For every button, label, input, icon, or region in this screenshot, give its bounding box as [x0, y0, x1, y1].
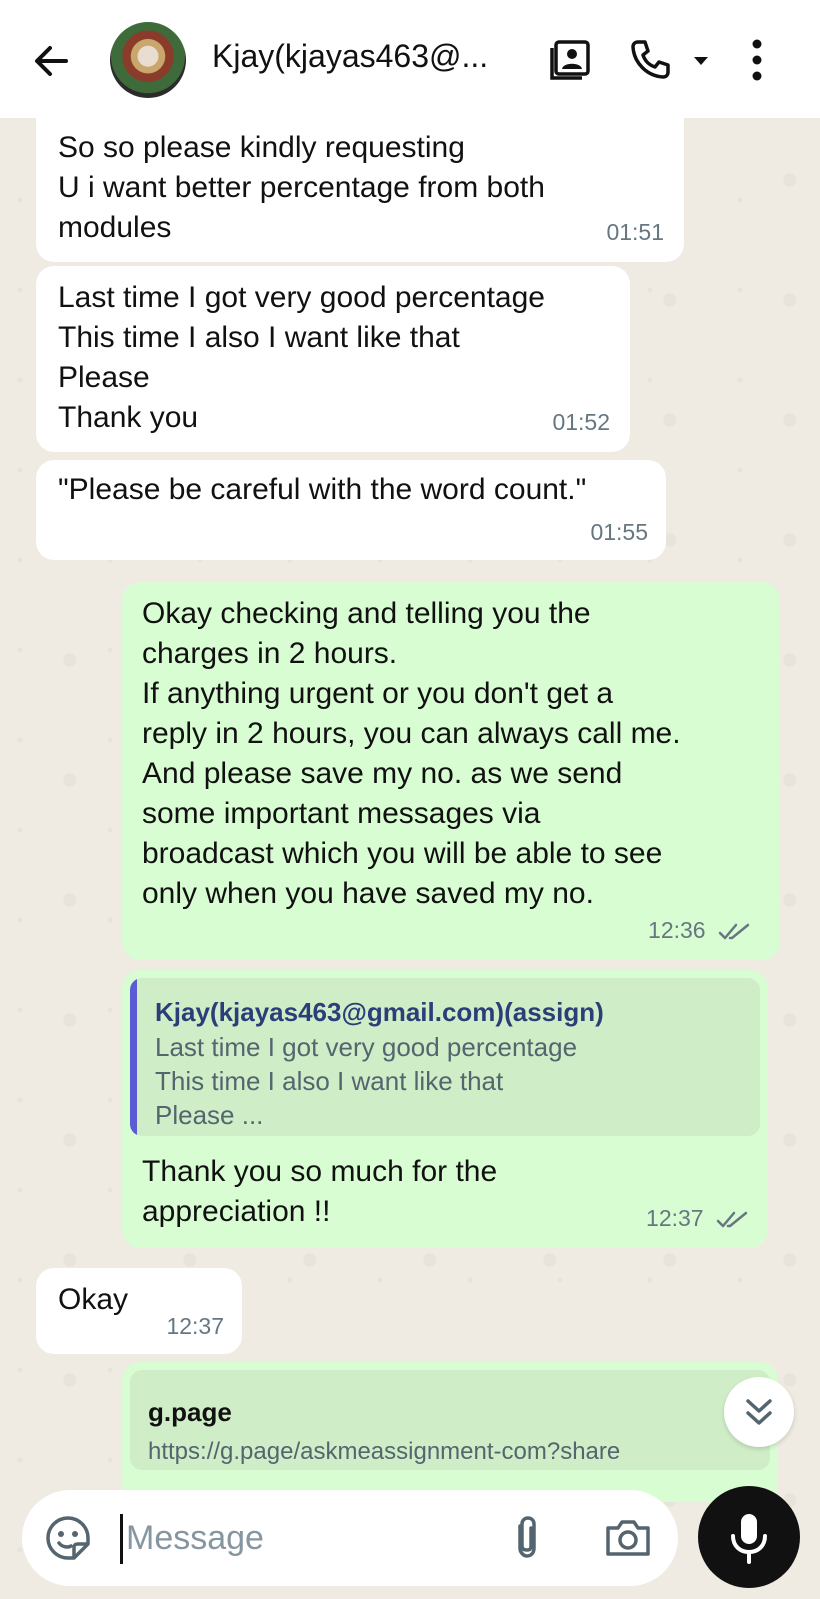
message-time: 12:37: [646, 1205, 704, 1231]
message-time: 12:36: [648, 917, 706, 943]
quote-bar: [130, 978, 137, 1136]
message-incoming[interactable]: So so please kindly requesting U i want …: [36, 96, 684, 262]
link-domain: g.page: [148, 1397, 232, 1427]
voice-call-button[interactable]: [626, 36, 674, 84]
message-text: "Please be careful with the word count.": [58, 473, 587, 506]
message-status: 12:36: [648, 910, 752, 950]
dropdown-caret-icon: [694, 57, 708, 65]
double-chevron-down-icon: [746, 1399, 772, 1425]
camera-icon: [606, 1520, 650, 1556]
message-outgoing-link[interactable]: g.page https://g.page/askmeassignment-co…: [122, 1362, 778, 1502]
message-text: So so please kindly requesting U i want …: [58, 131, 545, 244]
quote-author: Kjay(kjayas463@gmail.com)(assign): [155, 997, 604, 1027]
more-options-button[interactable]: [742, 36, 772, 84]
quoted-message[interactable]: Kjay(kjayas463@gmail.com)(assign) Last t…: [130, 978, 760, 1136]
quote-text: Last time I got very good percentage Thi…: [155, 1032, 578, 1130]
emoji-sticker-icon: [46, 1516, 90, 1560]
back-arrow-icon: [35, 46, 68, 76]
message-time: 01:52: [552, 409, 610, 435]
contact-card-icon: [550, 40, 590, 80]
attach-button[interactable]: [502, 1512, 552, 1564]
link-url: https://g.page/askmeassignment-com?share: [148, 1438, 621, 1465]
back-button[interactable]: [26, 36, 76, 86]
voice-record-button[interactable]: [698, 1486, 800, 1588]
message-input[interactable]: [126, 1512, 486, 1564]
phone-icon: [631, 40, 670, 79]
read-ticks-icon: [718, 923, 750, 940]
message-text: Last time I got very good percentage Thi…: [58, 281, 545, 434]
message-incoming[interactable]: Last time I got very good percentage Thi…: [36, 266, 630, 452]
link-preview[interactable]: g.page https://g.page/askmeassignment-co…: [130, 1370, 770, 1470]
message-composer: [22, 1490, 678, 1586]
more-vert-icon: [752, 39, 762, 81]
scroll-to-bottom-button[interactable]: [724, 1377, 794, 1447]
contact-avatar[interactable]: [110, 22, 186, 98]
message-text: Okay: [58, 1283, 129, 1316]
contact-card-button[interactable]: [546, 36, 594, 84]
message-outgoing-reply[interactable]: Kjay(kjayas463@gmail.com)(assign) Last t…: [122, 970, 768, 1248]
message-time: 01:55: [590, 519, 648, 545]
message-incoming[interactable]: "Please be careful with the word count."…: [36, 460, 666, 560]
call-options-dropdown[interactable]: [686, 36, 716, 84]
message-status: 12:37: [646, 1198, 750, 1238]
message-time: 01:51: [606, 219, 664, 245]
message-outgoing[interactable]: Okay checking and telling you the charge…: [122, 582, 780, 960]
message-text: Okay checking and telling you the charge…: [142, 597, 681, 910]
message-incoming[interactable]: Okay 12:37: [36, 1268, 242, 1354]
text-cursor: [120, 1514, 123, 1564]
camera-button[interactable]: [602, 1512, 654, 1564]
paperclip-icon: [518, 1516, 536, 1558]
message-time: 12:37: [166, 1313, 224, 1339]
read-ticks-icon: [716, 1211, 748, 1228]
message-text: Thank you so much for the appreciation !…: [142, 1155, 498, 1228]
chat-header: Kjay(kjayas463@...: [0, 0, 820, 118]
microphone-icon: [731, 1514, 767, 1564]
emoji-button[interactable]: [44, 1514, 92, 1562]
contact-name[interactable]: Kjay(kjayas463@...: [212, 38, 532, 75]
